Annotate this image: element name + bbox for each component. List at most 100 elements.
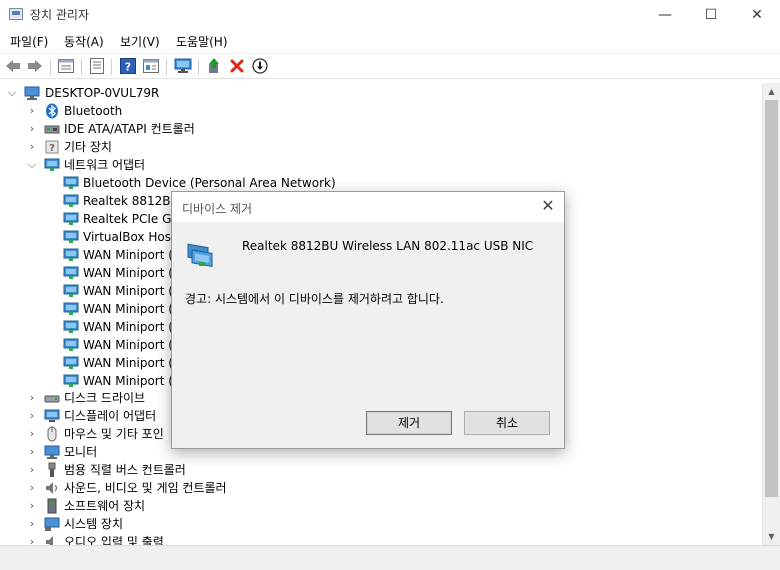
network-device-label: Realtek 8812BU [83, 194, 180, 208]
expand-chevron-icon[interactable]: › [26, 409, 38, 423]
network-adapter-icon [63, 283, 79, 299]
properties-icon[interactable] [57, 57, 75, 75]
tree-item-label: 시스템 장치 [64, 517, 124, 531]
monitor-icon [44, 444, 60, 460]
disable-icon[interactable] [251, 57, 269, 75]
toolbar-separator [198, 59, 199, 75]
dialog-title: 디바이스 제거 [182, 202, 253, 216]
expand-chevron-icon[interactable]: › [26, 535, 38, 545]
toolbar-separator [166, 59, 167, 75]
monitor-icon[interactable] [174, 57, 192, 75]
expand-chevron-icon[interactable]: › [26, 122, 38, 136]
network-adapter-icon [187, 240, 215, 268]
system-device-icon [44, 516, 60, 532]
tree-item-audio-io[interactable]: › 오디오 입력 및 출력 [0, 533, 762, 545]
minimize-button[interactable]: — [642, 0, 688, 30]
dialog-close-button[interactable]: ✕ [538, 196, 558, 216]
tree-item-other-devices[interactable]: › ? 기타 장치 [0, 138, 762, 156]
network-device-label: WAN Miniport (I [83, 248, 177, 262]
tree-item-usb-controllers[interactable]: › 범용 직렬 버스 컨트롤러 [0, 461, 762, 479]
expand-chevron-icon[interactable]: › [26, 427, 38, 441]
menu-view[interactable]: 보기(V) [120, 33, 160, 50]
menu-help[interactable]: 도움말(H) [176, 33, 228, 50]
svg-text:?: ? [49, 143, 55, 154]
tree-item-network-adapters[interactable]: ⌵ 네트워크 어댑터 [0, 156, 762, 174]
tree-item-label: 디스플레이 어댑터 [64, 409, 157, 423]
toolbar-separator [111, 59, 112, 75]
network-adapter-icon [63, 319, 79, 335]
tree-root[interactable]: ⌵ DESKTOP-0VUL79R [0, 84, 762, 102]
network-adapter-icon [63, 193, 79, 209]
maximize-button[interactable]: ☐ [688, 0, 734, 30]
network-adapter-icon [63, 175, 79, 191]
expand-chevron-icon[interactable]: › [26, 499, 38, 513]
forward-icon[interactable] [26, 57, 44, 75]
tree-item-sound-video-game[interactable]: › 사운드, 비디오 및 게임 컨트롤러 [0, 479, 762, 497]
network-adapter-icon [63, 211, 79, 227]
network-device-label: Bluetooth Device (Personal Area Network) [83, 176, 336, 190]
update-driver-icon[interactable] [205, 57, 223, 75]
network-device-item[interactable]: Bluetooth Device (Personal Area Network) [0, 174, 762, 192]
scrollbar-thumb[interactable] [765, 100, 778, 497]
network-adapter-icon [63, 355, 79, 371]
network-adapter-icon [44, 157, 60, 173]
expand-chevron-icon[interactable]: › [26, 517, 38, 531]
svg-text:?: ? [125, 61, 131, 74]
expand-chevron-icon[interactable]: › [26, 463, 38, 477]
device-name: Realtek 8812BU Wireless LAN 802.11ac USB… [242, 239, 534, 253]
expand-chevron-icon[interactable]: › [26, 104, 38, 118]
collapse-chevron-icon[interactable]: ⌵ [26, 158, 38, 172]
expand-chevron-icon[interactable]: › [26, 445, 38, 459]
tree-item-label: 범용 직렬 버스 컨트롤러 [64, 463, 186, 477]
menu-file[interactable]: 파일(F) [10, 33, 48, 50]
tree-item-system-devices[interactable]: › 시스템 장치 [0, 515, 762, 533]
ide-controller-icon [44, 121, 60, 137]
title-bar: 장치 관리자 — ☐ ✕ [0, 0, 780, 30]
window-title: 장치 관리자 [30, 8, 90, 22]
tree-item-label: 디스크 드라이브 [64, 391, 146, 405]
help-icon[interactable]: ? [119, 57, 137, 75]
warning-text: 경고: 시스템에서 이 디바이스를 제거하려고 합니다. [185, 292, 444, 306]
tree-item-ide[interactable]: › IDE ATA/ATAPI 컨트롤러 [0, 120, 762, 138]
tree-item-label: 기타 장치 [64, 140, 112, 154]
mouse-icon [44, 426, 60, 442]
menu-action[interactable]: 동작(A) [64, 33, 104, 50]
scroll-down-icon[interactable]: ▼ [763, 528, 780, 545]
list-icon[interactable] [88, 57, 106, 75]
cancel-button[interactable]: 취소 [464, 411, 550, 435]
network-device-label: WAN Miniport (P [83, 356, 181, 370]
tree-item-label: 소프트웨어 장치 [64, 499, 146, 513]
back-icon[interactable] [4, 57, 22, 75]
collapse-chevron-icon[interactable]: ⌵ [6, 86, 18, 100]
network-adapter-icon [63, 373, 79, 389]
expand-chevron-icon[interactable]: › [26, 140, 38, 154]
tree-item-label: 네트워크 어댑터 [64, 158, 146, 172]
audio-io-icon [44, 534, 60, 545]
status-bar [0, 545, 780, 570]
network-device-label: WAN Miniport (I [83, 284, 177, 298]
close-button[interactable]: ✕ [734, 0, 780, 30]
disk-drive-icon [44, 390, 60, 406]
tree-item-bluetooth[interactable]: › Bluetooth [0, 102, 762, 120]
tree-item-label: 사운드, 비디오 및 게임 컨트롤러 [64, 481, 227, 495]
expand-chevron-icon[interactable]: › [26, 481, 38, 495]
uninstall-confirm-button[interactable]: 제거 [366, 411, 452, 435]
view-icon[interactable] [142, 57, 160, 75]
network-device-label: WAN Miniport (L [83, 302, 180, 316]
uninstall-icon[interactable] [228, 57, 246, 75]
tree-item-software-devices[interactable]: › 소프트웨어 장치 [0, 497, 762, 515]
unknown-device-icon: ? [44, 139, 60, 155]
expand-chevron-icon[interactable]: › [26, 391, 38, 405]
device-manager-icon [9, 8, 23, 20]
usb-icon [44, 462, 60, 478]
menu-bar: 파일(F) 동작(A) 보기(V) 도움말(H) [0, 30, 780, 52]
bluetooth-icon [44, 103, 60, 119]
network-adapter-icon [63, 247, 79, 263]
vertical-scrollbar[interactable]: ▲ ▼ [762, 83, 780, 545]
network-device-label: VirtualBox Host- [83, 230, 180, 244]
tree-item-label: Bluetooth [64, 104, 123, 118]
tree-item-label: 마우스 및 기타 포인 [64, 427, 164, 441]
toolbar: ? [0, 53, 780, 79]
network-adapter-icon [63, 229, 79, 245]
scroll-up-icon[interactable]: ▲ [763, 83, 780, 100]
